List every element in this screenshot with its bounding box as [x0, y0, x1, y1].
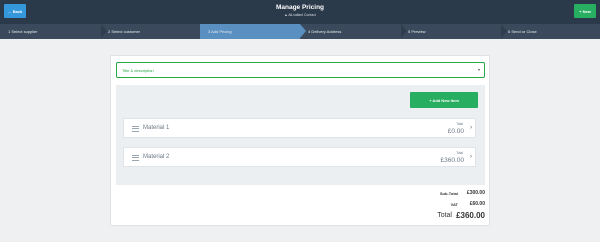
step-send-or-close[interactable]: 6 Send or Close	[500, 24, 600, 39]
subtotal-value: £300.00	[466, 190, 485, 196]
step-label: 5 Preview	[408, 29, 426, 34]
step-label: 6 Send or Close	[508, 29, 537, 34]
item-name: Material 2	[143, 154, 170, 160]
page-title: Manage Pricing	[275, 4, 325, 11]
total-label: Total	[437, 212, 452, 219]
drag-handle-icon[interactable]	[132, 126, 139, 132]
new-button[interactable]: + New	[574, 4, 596, 18]
page-subtitle: ▲ Ali-vallant Contact	[284, 13, 316, 17]
wizard-steps: 1 Select supplier 2 Select customer 3 Ad…	[0, 24, 600, 39]
item-total-label: Total	[456, 122, 463, 126]
app-header: ← Back Manage Pricing ▲ Ali-vallant Cont…	[0, 0, 600, 24]
step-delivery-address[interactable]: 4 Delivery Address	[300, 24, 407, 39]
total-value: £360.00	[456, 211, 485, 220]
add-new-item-button[interactable]: + Add New Item	[410, 92, 478, 108]
item-name: Material 1	[143, 125, 170, 131]
vat-label: VAT	[450, 202, 458, 207]
chevron-right-icon[interactable]: ›	[470, 125, 472, 131]
step-select-customer[interactable]: 2 Select customer	[100, 24, 207, 39]
vat-value: £60.00	[469, 201, 485, 207]
subtotal-label: Sub-Total	[439, 191, 458, 196]
list-item[interactable]: Material 1 Total £0.00 ›	[123, 118, 476, 138]
chevron-down-icon: ▾	[477, 67, 480, 72]
step-label: 4 Delivery Address	[308, 29, 342, 34]
step-add-pricing[interactable]: 3 Add Pricing	[200, 24, 306, 39]
step-label: 2 Select customer	[108, 29, 141, 34]
chevron-right-icon[interactable]: ›	[470, 154, 472, 160]
step-select-supplier[interactable]: 1 Select supplier	[0, 24, 107, 39]
title-description-select[interactable]: Title & description ▾	[116, 62, 485, 78]
step-preview[interactable]: 5 Preview	[400, 24, 507, 39]
item-total-label: Total	[456, 151, 463, 155]
item-amount: £360.00	[440, 157, 465, 164]
select-label: Title & description	[122, 67, 154, 73]
step-label: 3 Add Pricing	[208, 29, 232, 34]
step-label: 1 Select supplier	[8, 29, 38, 34]
list-item[interactable]: Material 2 Total £360.00 ›	[123, 147, 476, 167]
drag-handle-icon[interactable]	[132, 155, 139, 161]
item-amount: £0.00	[447, 128, 464, 135]
